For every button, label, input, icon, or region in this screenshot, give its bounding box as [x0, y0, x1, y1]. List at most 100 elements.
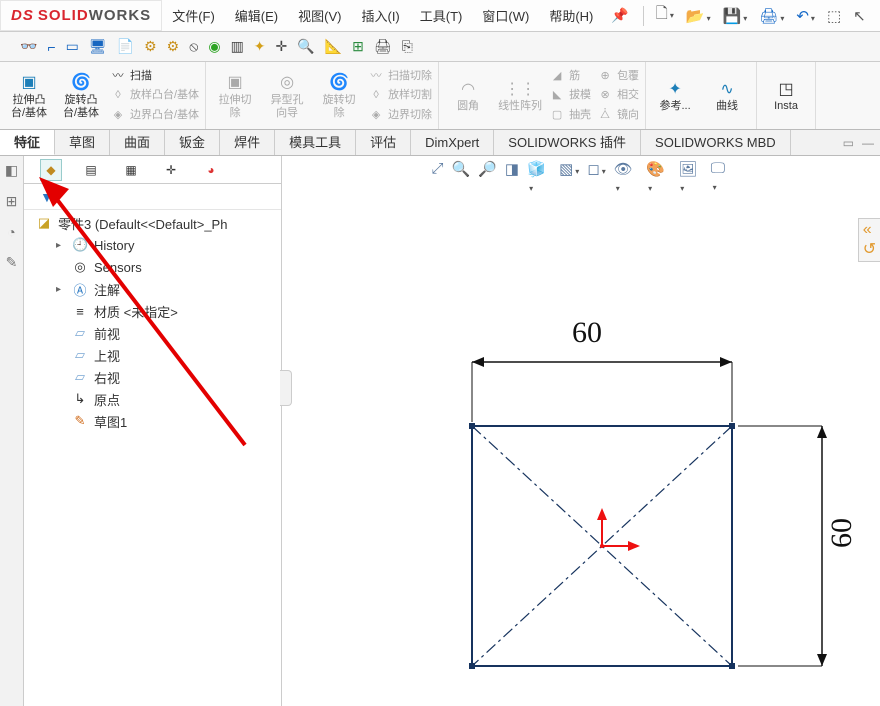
barcode-icon[interactable]: ▥ [231, 38, 244, 55]
linear-pattern-button[interactable]: ⋮⋮线性阵列 [497, 66, 543, 125]
panel-tab-property[interactable]: ▤ [80, 159, 102, 181]
insta-button[interactable]: ◳Insta [763, 66, 809, 125]
export-icon[interactable]: ⎘ [402, 38, 413, 55]
strip-icon-1[interactable]: ◧ [5, 162, 18, 179]
fillet-button[interactable]: ◠圆角 [445, 66, 491, 125]
section-icon[interactable]: ◨ [505, 160, 519, 195]
panel-tab-feature[interactable]: ◆ [40, 159, 62, 181]
menu-insert[interactable]: 插入(I) [351, 6, 409, 25]
menu-file[interactable]: 文件(F) [162, 6, 225, 25]
right-flyout-handle[interactable]: «↺ [858, 218, 880, 262]
sweep-button[interactable]: 〰扫描 [110, 67, 199, 85]
funnel-icon[interactable]: ▼ [40, 189, 54, 205]
boundary-button[interactable]: ◈边界凸台/基体 [110, 106, 199, 124]
tree-sketch1[interactable]: ✎ 草图1 [24, 410, 281, 432]
expand-icon[interactable]: ▸ [56, 240, 66, 251]
menu-help[interactable]: 帮助(H) [539, 6, 603, 25]
tab-evaluate[interactable]: 评估 [356, 130, 411, 155]
rib-button[interactable]: ◢筋 [549, 67, 591, 85]
view-orient-icon[interactable]: 🧊▾ [527, 160, 551, 195]
menu-edit[interactable]: 编辑(E) [225, 6, 288, 25]
axis-icon[interactable]: ✦ [254, 38, 266, 55]
screen-icon[interactable]: 🖥 [89, 38, 107, 55]
zoom-area-icon[interactable]: 🔍 [452, 160, 471, 195]
panel-tab-config[interactable]: ▦ [120, 159, 142, 181]
tree-material[interactable]: ≡ 材质 <未指定> [24, 300, 281, 322]
hide-show-icon[interactable]: ◻▾ [587, 160, 605, 195]
expand-icon[interactable]: ▸ [56, 284, 66, 295]
hole-wizard-button[interactable]: ◎异型孔 向导 [264, 66, 310, 125]
na-icon[interactable]: ⦸ [189, 38, 198, 55]
tab-features[interactable]: 特征 [0, 130, 55, 155]
panel-tab-display[interactable]: ◕ [200, 159, 222, 181]
curves-button[interactable]: ∿曲线 [704, 66, 750, 125]
eye-icon[interactable]: 👁▾ [614, 160, 638, 195]
print-icon[interactable]: 🖨▾ [753, 7, 790, 25]
intersect-button[interactable]: ⊗相交 [597, 86, 639, 104]
strip-icon-4[interactable]: ✎ [6, 254, 18, 271]
gear2-icon[interactable]: ⚙ [167, 38, 180, 55]
crosshair-icon[interactable]: ✛ [276, 38, 288, 55]
print2-icon[interactable]: 🖨 [374, 38, 392, 55]
tree-front-plane[interactable]: ▱ 前视 [24, 322, 281, 344]
tab-plugins[interactable]: SOLIDWORKS 插件 [494, 130, 641, 155]
tab-sketch[interactable]: 草图 [55, 130, 110, 155]
display-style-icon[interactable]: ▧▾ [559, 160, 579, 195]
dim-tool-icon[interactable]: 📐 [325, 38, 342, 55]
open-icon[interactable]: 📂▾ [680, 7, 717, 25]
tab-mbd[interactable]: SOLIDWORKS MBD [641, 130, 791, 155]
save-icon[interactable]: 💾▾ [717, 7, 754, 25]
zoom-fit-icon[interactable]: ⤢ [432, 160, 444, 195]
new-icon[interactable]: 🗋▾ [650, 3, 680, 28]
glasses-icon[interactable]: 👓 [20, 38, 37, 55]
tree-annotations[interactable]: ▸ Ⓐ 注解 [24, 278, 281, 300]
menu-view[interactable]: 视图(V) [288, 6, 351, 25]
corner-icon[interactable]: ⌐ [47, 39, 55, 55]
doc-icon[interactable]: 📄 [117, 38, 134, 55]
tab-surface[interactable]: 曲面 [110, 130, 165, 155]
tab-dimxpert[interactable]: DimXpert [411, 130, 494, 155]
tree-root[interactable]: ◪ 零件3 (Default<<Default>_Ph [24, 212, 281, 234]
tree-history[interactable]: ▸ 🕘 History [24, 234, 281, 256]
zoom-icon[interactable]: 🔍 [297, 38, 314, 55]
tab-collapse-icon[interactable]: ▭ [843, 136, 854, 150]
menu-tools[interactable]: 工具(T) [410, 6, 473, 25]
undo-icon[interactable]: ↶▾ [790, 7, 821, 25]
mirror-button[interactable]: ⧊镜向 [597, 106, 639, 124]
draft-button[interactable]: ◣拔模 [549, 86, 591, 104]
strip-icon-3[interactable]: ◔ [7, 224, 15, 240]
pin-icon[interactable]: 📌 [603, 7, 636, 24]
cursor-icon[interactable]: ↖ [847, 7, 872, 25]
wrap-button[interactable]: ⊕包覆 [597, 67, 639, 85]
graphics-viewport[interactable]: ⤢ 🔍 🔎 ◨ 🧊▾ ▧▾ ◻▾ 👁▾ 🎨▾ 🖼▾ 🖵▾ «↺ [282, 156, 880, 706]
panel-splitter-handle[interactable] [280, 370, 292, 406]
tree-sensors[interactable]: ◎ Sensors [24, 256, 281, 278]
zoom-prev-icon[interactable]: 🔎 [478, 160, 497, 195]
strip-icon-2[interactable]: ⊞ [6, 193, 18, 210]
appearance-icon[interactable]: 🎨▾ [646, 160, 670, 195]
extrude-boss-button[interactable]: ▣ 拉伸凸 台/基体 [6, 66, 52, 125]
window-icon[interactable]: ▭ [66, 38, 79, 55]
tab-minimize-icon[interactable]: — [862, 136, 874, 150]
tree-origin[interactable]: ↳ 原点 [24, 388, 281, 410]
tree-top-plane[interactable]: ▱ 上视 [24, 344, 281, 366]
select-icon[interactable]: ⬚ [821, 7, 847, 25]
dim-top-value[interactable]: 60 [572, 316, 602, 350]
scene-icon[interactable]: 🖼▾ [678, 160, 702, 195]
panel-tab-dim[interactable]: ✛ [160, 159, 182, 181]
cut-revolve-button[interactable]: 🌀旋转切 除 [316, 66, 362, 125]
marker-icon[interactable]: ◉ [208, 38, 220, 55]
tab-sheetmetal[interactable]: 钣金 [165, 130, 220, 155]
cut-boundary-button[interactable]: ◈边界切除 [368, 106, 432, 124]
render-icon[interactable]: 🖵▾ [711, 160, 731, 195]
tree-right-plane[interactable]: ▱ 右视 [24, 366, 281, 388]
ref-geometry-button[interactable]: ✦参考... [652, 66, 698, 125]
dim-right-value[interactable]: 60 [825, 518, 859, 548]
cut-loft-button[interactable]: ◊放样切割 [368, 86, 432, 104]
shell-button[interactable]: ▢抽壳 [549, 106, 591, 124]
revolve-boss-button[interactable]: 🌀 旋转凸 台/基体 [58, 66, 104, 125]
loft-button[interactable]: ◊放样凸台/基体 [110, 86, 199, 104]
cut-extrude-button[interactable]: ▣拉伸切 除 [212, 66, 258, 125]
cut-sweep-button[interactable]: 〰扫描切除 [368, 67, 432, 85]
tab-weld[interactable]: 焊件 [220, 130, 275, 155]
